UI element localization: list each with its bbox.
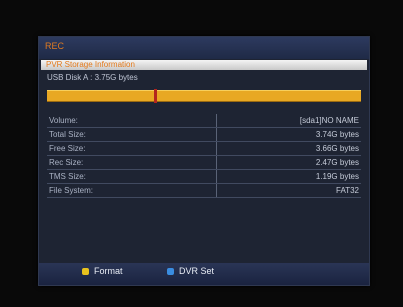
row-divider	[216, 156, 217, 169]
info-row-volume: Volume: [sda1]NO NAME	[47, 114, 361, 128]
row-value: 3.66G bytes	[315, 144, 359, 153]
dvr-set-button[interactable]: DVR Set	[179, 266, 214, 276]
info-row-total-size: Total Size: 3.74G bytes	[47, 128, 361, 142]
row-label: File System:	[49, 186, 94, 195]
info-row-free-size: Free Size: 3.66G bytes	[47, 142, 361, 156]
window-title: REC	[45, 41, 65, 51]
section-title: PVR Storage Information	[46, 60, 135, 69]
row-divider	[216, 114, 217, 127]
usage-marker	[154, 89, 157, 103]
format-button[interactable]: Format	[94, 266, 123, 276]
footer-bar: Format DVR Set	[39, 263, 369, 285]
row-divider	[216, 142, 217, 155]
section-header[interactable]: PVR Storage Information	[41, 60, 367, 70]
row-label: TMS Size:	[49, 172, 86, 181]
row-label: Free Size:	[49, 144, 86, 153]
info-row-rec-size: Rec Size: 2.47G bytes	[47, 156, 361, 170]
row-divider	[216, 184, 217, 197]
title-bar: REC	[39, 37, 369, 59]
row-divider	[216, 128, 217, 141]
row-value: 3.74G bytes	[315, 130, 359, 139]
disk-usage-bar	[47, 89, 361, 103]
info-row-tms-size: TMS Size: 1.19G bytes	[47, 170, 361, 184]
row-value: 2.47G bytes	[315, 158, 359, 167]
row-value: [sda1]NO NAME	[299, 116, 359, 125]
row-divider	[216, 170, 217, 183]
yellow-key-icon	[82, 268, 89, 275]
row-label: Total Size:	[49, 130, 86, 139]
row-label: Volume:	[49, 116, 78, 125]
pvr-storage-panel: REC PVR Storage Information USB Disk A :…	[38, 36, 370, 286]
row-value: FAT32	[336, 186, 359, 195]
blue-key-icon	[167, 268, 174, 275]
row-label: Rec Size:	[49, 158, 84, 167]
row-value: 1.19G bytes	[315, 172, 359, 181]
info-row-file-system: File System: FAT32	[47, 184, 361, 198]
disk-label: USB Disk A : 3.75G bytes	[47, 73, 138, 82]
